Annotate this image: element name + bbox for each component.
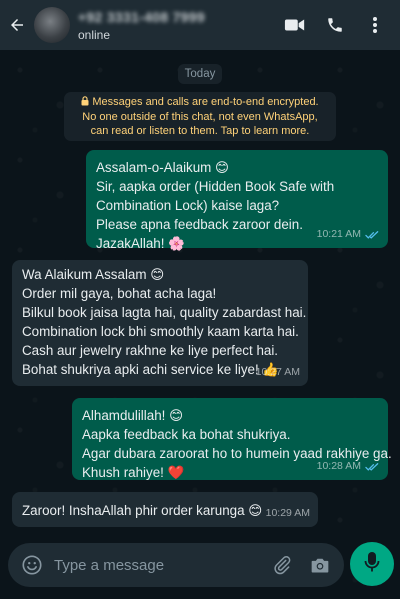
back-arrow-icon[interactable] (6, 13, 28, 37)
read-ticks-icon (365, 230, 380, 240)
contact-name: +92 3331-408 7999 (78, 8, 205, 25)
message-text: Combination Lock) kaise laga? (96, 198, 280, 213)
message-text: Alhamdulillah! 😊 (82, 408, 184, 423)
voice-call-icon[interactable] (318, 10, 352, 40)
emoji-icon[interactable] (20, 553, 44, 577)
message-composer (8, 543, 344, 587)
date-chip: Today (178, 64, 222, 84)
outgoing-message-bubble[interactable]: Assalam-o-Alaikum 😊 Sir, aapka order (Hi… (86, 150, 388, 251)
message-text: Bilkul book jaisa lagta hai, quality zab… (22, 305, 307, 320)
message-text: Combination lock bhi smoothly kaam karta… (22, 324, 299, 339)
attach-icon[interactable] (268, 551, 296, 579)
outgoing-message-bubble[interactable]: Alhamdulillah! 😊 Aapka feedback ka bohat… (72, 398, 392, 480)
read-ticks-icon (365, 462, 380, 472)
chat-header: +92 3331-408 7999 online (0, 0, 400, 50)
camera-icon[interactable] (306, 551, 334, 579)
encryption-notice[interactable]: Messages and calls are end-to-end encryp… (64, 92, 336, 141)
message-text: Sir, aapka order (Hidden Book Safe with (96, 179, 335, 194)
more-options-icon[interactable] (358, 10, 392, 40)
mic-icon (364, 551, 380, 578)
message-time: 10:27 AM (255, 366, 300, 378)
message-text: Assalam-o-Alaikum 😊 (96, 160, 230, 175)
contact-status: online (78, 27, 111, 42)
lock-icon (81, 96, 89, 110)
encryption-notice-line3: can read or listen to them. Tap to learn… (90, 125, 310, 137)
video-call-icon[interactable] (278, 10, 312, 40)
incoming-message-bubble[interactable]: Wa Alaikum Assalam 😊 Order mil gaya, boh… (12, 260, 308, 386)
message-input[interactable] (54, 556, 258, 574)
contact-info[interactable]: +92 3331-408 7999 online (78, 9, 272, 42)
avatar[interactable] (34, 7, 70, 43)
mic-button[interactable] (350, 542, 394, 586)
message-text: Aapka feedback ka bohat shukriya. (82, 427, 291, 442)
message-time: 10:28 AM (316, 460, 361, 472)
message-text: Order mil gaya, bohat acha laga! (22, 286, 217, 301)
message-text: Cash aur jewelry rakhne ke liye perfect … (22, 343, 279, 358)
encryption-notice-line2: No one outside of this chat, not even Wh… (82, 111, 318, 123)
message-time: 10:29 AM (265, 507, 310, 519)
message-text: Wa Alaikum Assalam 😊 (22, 267, 165, 282)
message-time: 10:21 AM (316, 228, 361, 240)
encryption-notice-line1: Messages and calls are end-to-end encryp… (92, 96, 319, 108)
incoming-message-bubble[interactable]: Zaroor! InshaAllah phir order karunga 😊 … (12, 492, 318, 527)
